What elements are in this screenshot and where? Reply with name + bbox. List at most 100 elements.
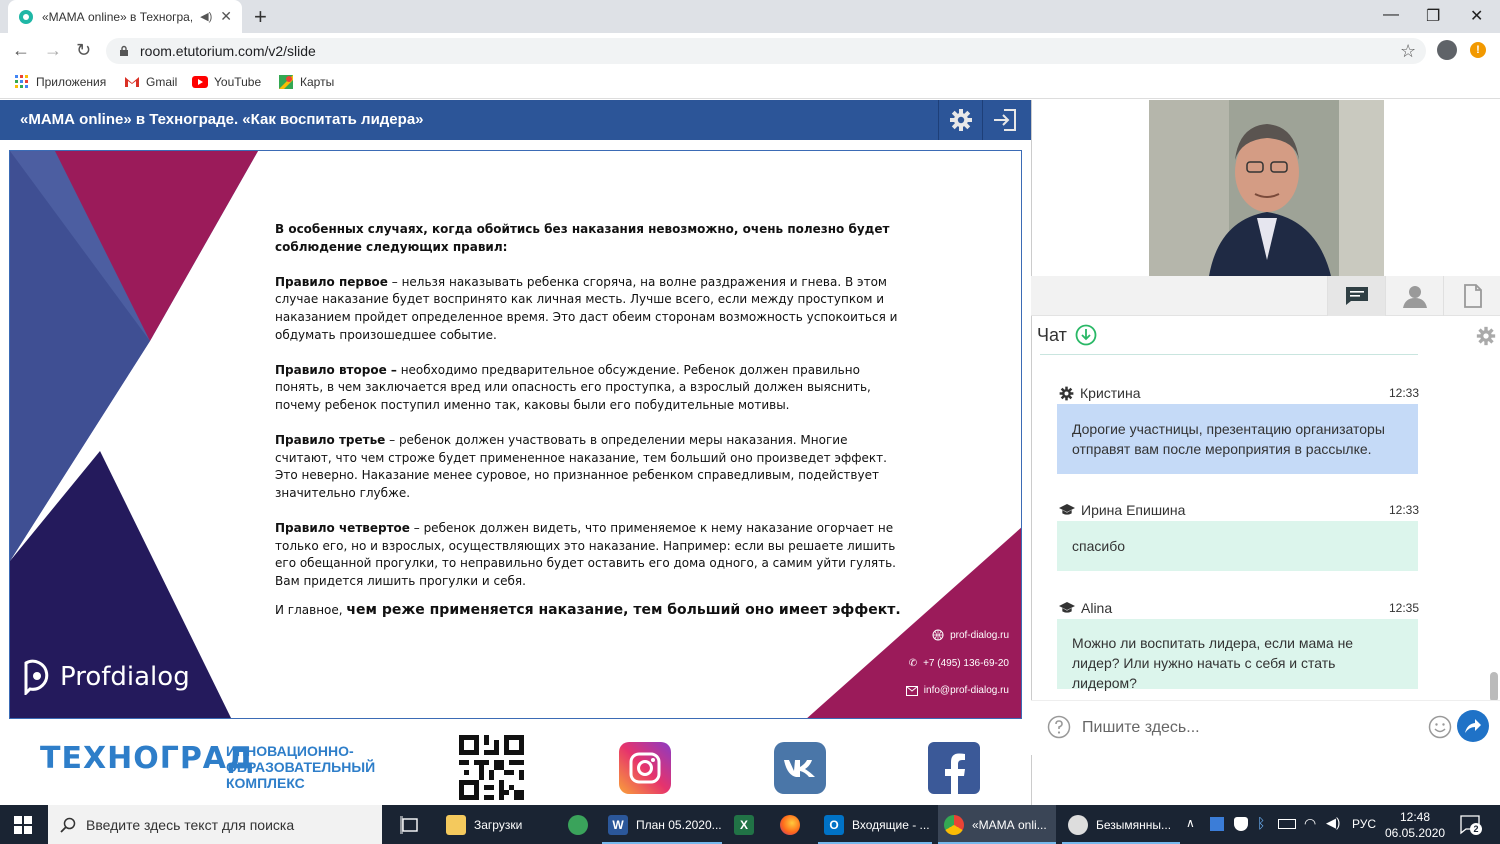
graduation-cap-icon xyxy=(1059,504,1075,515)
settings-button[interactable] xyxy=(938,100,982,140)
chat-title: Чат xyxy=(1037,324,1067,345)
vk-icon[interactable] xyxy=(774,742,826,794)
bookmark-label: Карты xyxy=(300,75,335,89)
language-indicator[interactable]: РУС xyxy=(1352,817,1376,831)
new-tab-icon[interactable]: + xyxy=(254,4,267,30)
shield-icon[interactable] xyxy=(1234,817,1248,831)
exit-button[interactable] xyxy=(982,100,1026,140)
chat-divider xyxy=(1040,354,1418,355)
webinar-header: «МАМА online» в Технограде. «Как воспита… xyxy=(0,100,1031,140)
taskbar-globe-app[interactable] xyxy=(562,805,596,844)
message-author: Alina xyxy=(1081,600,1113,616)
update-warning-icon[interactable]: ! xyxy=(1470,42,1486,58)
outlook-icon: O xyxy=(824,814,844,835)
address-bar[interactable]: room.etutorium.com/v2/slide xyxy=(106,38,1426,64)
word-icon: W xyxy=(608,814,628,835)
taskbar-paint[interactable]: Безымянны... xyxy=(1062,805,1180,844)
facebook-glyph-icon xyxy=(945,753,965,794)
gear-icon xyxy=(949,109,972,131)
help-question-icon[interactable] xyxy=(1047,715,1071,739)
contact-email: info@prof-dialog.ru xyxy=(905,685,1009,696)
presenter-video-frame xyxy=(1149,100,1384,276)
tab-participants[interactable] xyxy=(1385,276,1443,316)
exit-icon xyxy=(993,109,1016,131)
taskbar-outlook[interactable]: O Входящие - ... xyxy=(818,805,932,844)
taskbar-excel[interactable]: X xyxy=(728,805,762,844)
taskbar-clock[interactable]: 12:48 06.05.2020 xyxy=(1385,809,1445,841)
panel-tabs xyxy=(1031,276,1500,316)
volume-icon[interactable]: ◀) xyxy=(1326,815,1340,831)
taskbar-search[interactable]: Введите здесь текст для поиска xyxy=(48,805,382,844)
speaker-icon[interactable]: ◀) xyxy=(200,10,212,23)
vk-glyph-icon xyxy=(784,760,815,777)
tab-files[interactable] xyxy=(1443,276,1500,316)
slide-rule-3: Правило третье – ребенок должен участвов… xyxy=(275,433,887,500)
message-time: 12:33 xyxy=(1388,503,1419,517)
lock-icon xyxy=(120,45,128,56)
windows-start-icon[interactable] xyxy=(14,816,32,837)
slide-rule-1: Правило первое – нельзя наказывать ребен… xyxy=(275,274,898,342)
message-time: 12:35 xyxy=(1388,601,1419,615)
bookmarks-bar: Приложения Gmail YouTube Карты xyxy=(0,69,1500,99)
minimize-icon[interactable]: — xyxy=(1383,6,1399,24)
send-arrow-icon xyxy=(1465,719,1481,733)
chrome-icon xyxy=(944,814,964,835)
phone-icon: ✆ xyxy=(908,658,918,669)
chat-message-bubble: спасибо xyxy=(1057,521,1418,571)
tray-app-icon[interactable] xyxy=(1210,817,1224,831)
emoji-smiley-icon[interactable] xyxy=(1428,715,1452,739)
paint-icon xyxy=(1068,814,1088,835)
folder-icon xyxy=(446,814,466,835)
task-view-icon[interactable] xyxy=(394,805,426,844)
notification-center-icon[interactable]: 2 xyxy=(1460,815,1482,835)
send-message-button[interactable] xyxy=(1457,710,1489,742)
bookmark-gmail[interactable]: Gmail xyxy=(124,75,177,89)
download-circle-icon[interactable] xyxy=(1075,324,1097,346)
browser-tab[interactable]: «МАМА online» в Техногра, ◀) ✕ xyxy=(8,0,242,33)
tray-chevron-icon[interactable]: ∧ xyxy=(1186,816,1195,830)
profile-avatar-icon[interactable] xyxy=(1437,40,1457,60)
chat-settings-gear-icon[interactable] xyxy=(1476,326,1496,346)
taskbar-firefox[interactable] xyxy=(774,805,808,844)
excel-icon: X xyxy=(734,814,754,835)
message-author: Ирина Епишина xyxy=(1081,502,1186,518)
tab-close-icon[interactable]: ✕ xyxy=(220,8,232,25)
technograd-caption: ИННОВАЦИОННО- ОБРАЗОВАТЕЛЬНЫЙ КОМПЛЕКС xyxy=(226,743,376,791)
maximize-icon[interactable]: ❐ xyxy=(1426,6,1440,26)
bookmark-label: YouTube xyxy=(214,75,262,89)
graduation-cap-icon xyxy=(1059,602,1075,613)
bookmark-maps[interactable]: Карты xyxy=(278,75,334,89)
reload-icon[interactable]: ↻ xyxy=(76,40,91,61)
windows-taskbar: Введите здесь текст для поиска Загрузки … xyxy=(0,805,1500,844)
bluetooth-icon[interactable]: ᛒ xyxy=(1257,815,1265,831)
battery-icon[interactable] xyxy=(1278,819,1296,829)
tab-title: «МАМА online» в Техногра, xyxy=(42,9,193,24)
bookmark-youtube[interactable]: YouTube xyxy=(192,75,261,89)
message-author: Кристина xyxy=(1080,385,1141,401)
globe-icon xyxy=(932,629,944,641)
chat-message-input[interactable] xyxy=(1082,716,1412,740)
facebook-icon[interactable] xyxy=(928,742,980,794)
search-placeholder: Введите здесь текст для поиска xyxy=(86,816,295,833)
chat-scrollbar[interactable] xyxy=(1490,672,1498,702)
taskbar-downloads[interactable]: Загрузки xyxy=(440,805,558,844)
user-icon xyxy=(1402,286,1427,308)
forward-arrow-icon[interactable]: → xyxy=(44,40,62,61)
wifi-icon[interactable]: ◠ xyxy=(1304,815,1316,832)
chat-message-header: Ирина Епишина 12:33 xyxy=(1059,502,1419,518)
window-close-icon[interactable]: ✕ xyxy=(1470,6,1483,26)
instagram-icon[interactable] xyxy=(619,742,671,794)
bookmark-label: Gmail xyxy=(146,75,178,89)
bookmark-star-icon[interactable]: ☆ xyxy=(1400,41,1416,62)
bookmark-apps[interactable]: Приложения xyxy=(14,75,106,89)
chat-message-bubble: Дорогие участницы, презентацию организат… xyxy=(1057,404,1418,474)
youtube-icon xyxy=(192,76,208,88)
profdialog-mark-icon xyxy=(24,659,49,695)
taskbar-chrome[interactable]: «МАМА onli... xyxy=(938,805,1056,844)
maps-icon xyxy=(279,75,293,89)
presenter-video xyxy=(1149,100,1384,276)
back-arrow-icon[interactable]: ← xyxy=(12,40,30,61)
taskbar-word[interactable]: W План 05.2020... xyxy=(602,805,722,844)
tab-chat[interactable] xyxy=(1327,276,1385,316)
chat-message-header: Кристина 12:33 xyxy=(1059,385,1419,401)
